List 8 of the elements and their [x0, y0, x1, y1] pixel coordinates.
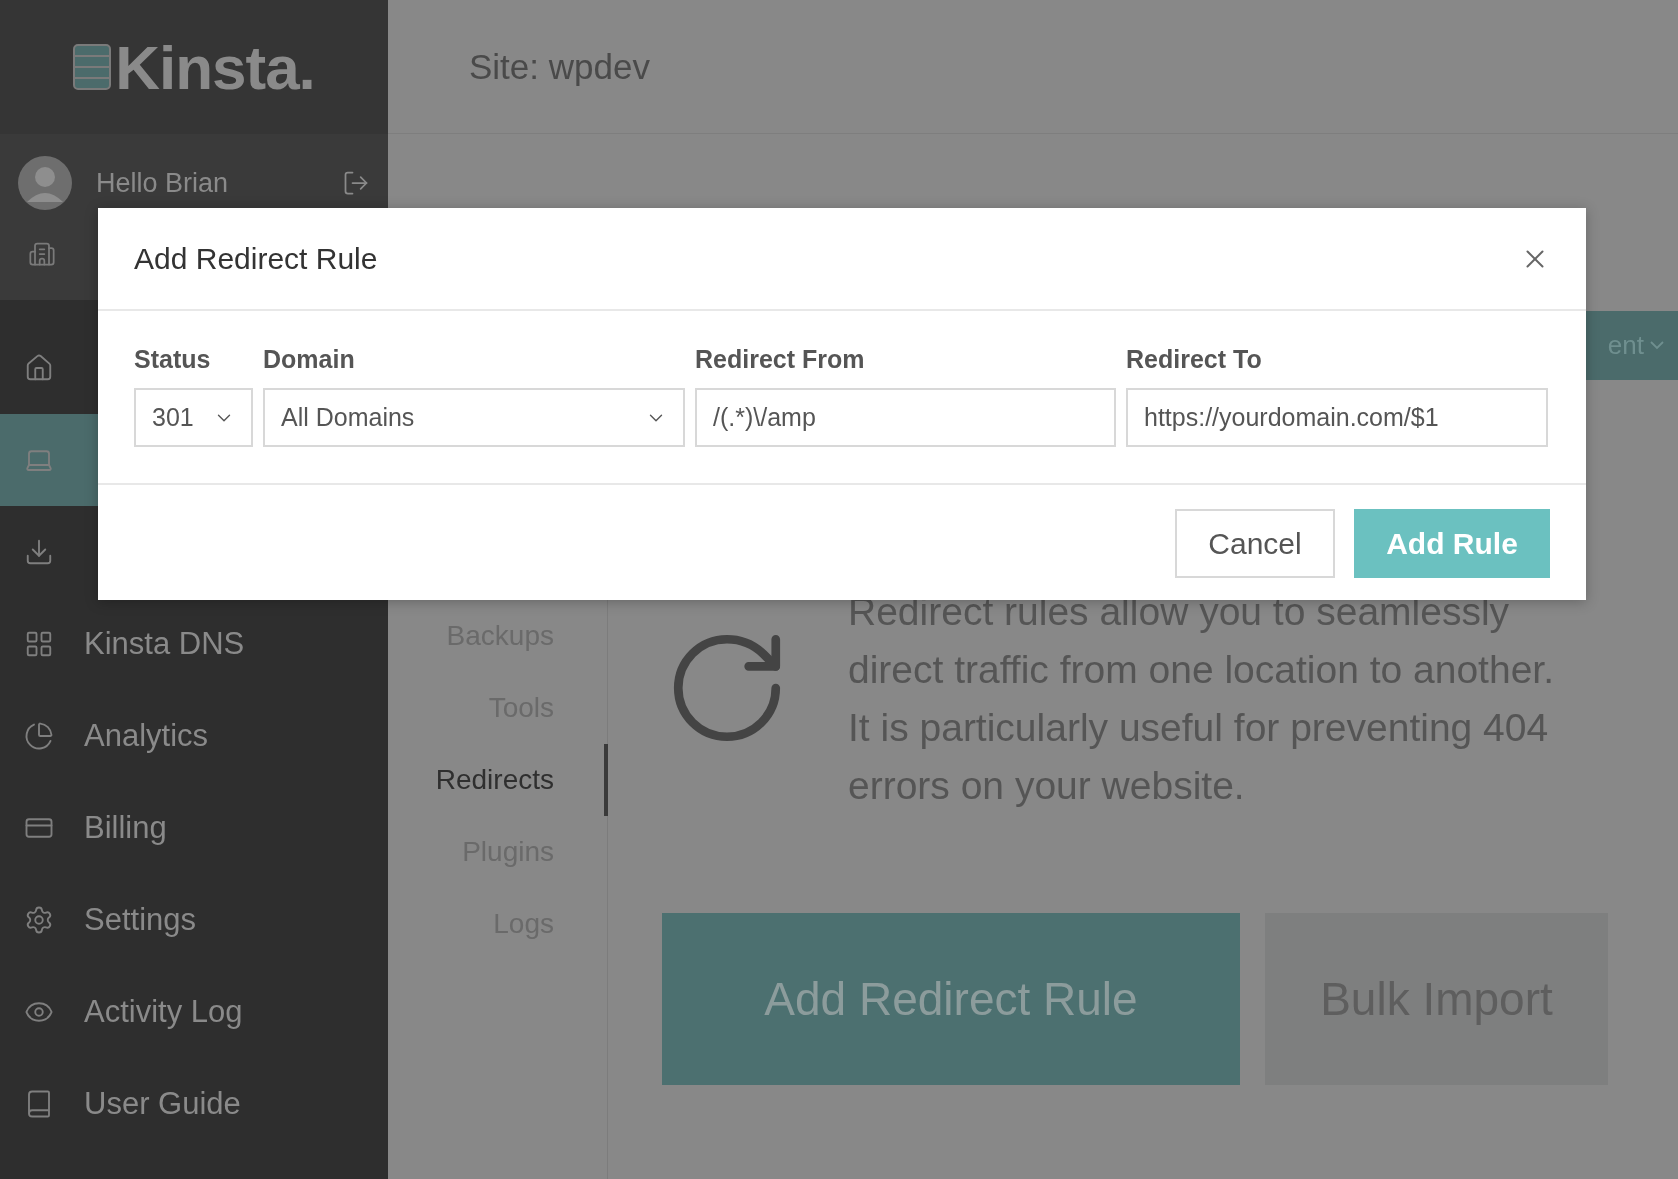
- modal-title: Add Redirect Rule: [134, 241, 378, 276]
- user-greeting: Hello Brian: [96, 167, 230, 199]
- site-title: Site: wpdev: [469, 46, 650, 87]
- logo-text: Kinsta.: [115, 31, 315, 103]
- field-label: Redirect From: [695, 345, 866, 374]
- field-label: Redirect To: [1126, 345, 1263, 374]
- field-label: Domain: [263, 345, 356, 374]
- field-label: Status: [134, 345, 212, 374]
